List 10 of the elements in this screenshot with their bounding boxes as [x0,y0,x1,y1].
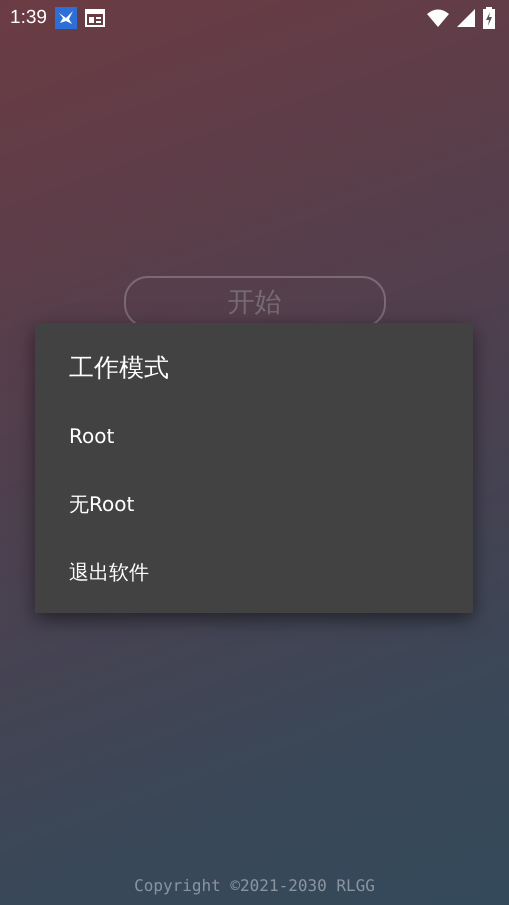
menu-option[interactable]: 无Root [35,470,473,538]
copyright-text: Copyright ©2021-2030 RLGG [134,876,375,895]
battery-icon [483,7,495,29]
signal-icon [457,9,475,27]
status-time: 1:39 [10,7,47,29]
menu-option[interactable]: 退出软件 [35,538,473,606]
wifi-icon [427,9,449,27]
menu-option[interactable]: Root [35,402,473,470]
calendar-icon [84,9,105,27]
dialog-title: 工作模式 [68,352,170,384]
